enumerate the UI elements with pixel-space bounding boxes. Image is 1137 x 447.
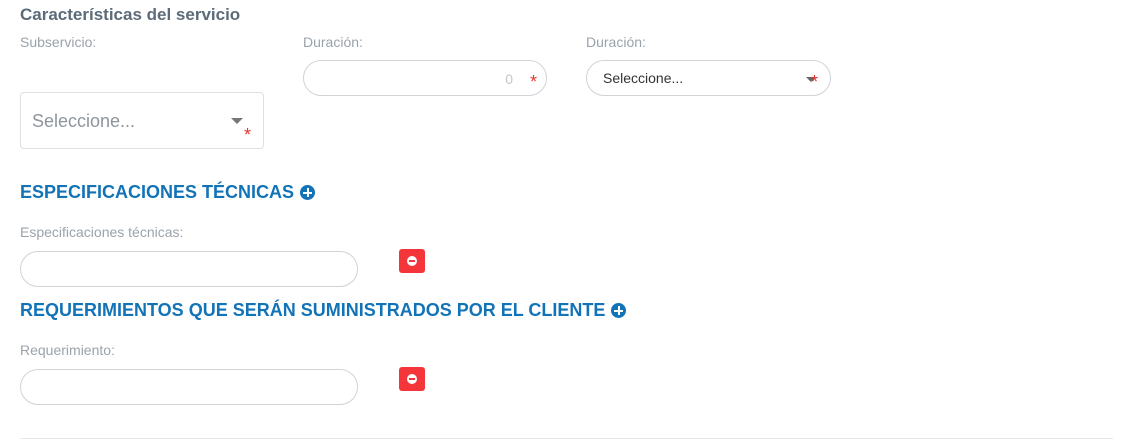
required-asterisk-icon: * xyxy=(811,72,819,92)
duracion-unit-selected: Seleccione... xyxy=(603,70,684,86)
requirements-heading: REQUERIMIENTOS QUE SERÁN SUMINISTRADOS P… xyxy=(20,300,627,321)
duracion-input[interactable]: 0 * xyxy=(303,60,547,96)
requirement-input[interactable] xyxy=(20,369,358,405)
specs-heading-text: ESPECIFICACIONES TÉCNICAS xyxy=(20,182,295,202)
specs-input[interactable] xyxy=(20,251,358,287)
remove-spec-button[interactable] xyxy=(399,249,425,273)
specs-heading: ESPECIFICACIONES TÉCNICAS xyxy=(20,182,316,203)
subservicio-label: Subservicio: xyxy=(20,34,97,50)
section-title: Características del servicio xyxy=(20,5,241,24)
remove-requirement-button[interactable] xyxy=(399,367,425,391)
duracion-unit-select[interactable]: Seleccione... * xyxy=(586,60,831,96)
requirement-field-label: Requerimiento: xyxy=(20,342,115,358)
required-asterisk-icon: * xyxy=(244,125,252,145)
subservicio-select[interactable]: Seleccione... * xyxy=(20,92,264,149)
duracion-label: Duración: xyxy=(303,34,363,50)
subservicio-selected: Seleccione... xyxy=(32,111,136,131)
minus-circle-icon xyxy=(407,256,417,266)
duracion-unit-label: Duración: xyxy=(586,34,646,50)
requirements-heading-text: REQUERIMIENTOS QUE SERÁN SUMINISTRADOS P… xyxy=(20,300,606,320)
duracion-value: 0 xyxy=(505,71,513,87)
add-requirement-icon[interactable] xyxy=(611,303,627,318)
add-spec-icon[interactable] xyxy=(300,185,316,200)
section-divider xyxy=(20,438,1113,439)
required-asterisk-icon: * xyxy=(529,72,537,92)
caret-down-icon xyxy=(231,118,243,124)
specs-field-label: Especificaciones técnicas: xyxy=(20,224,184,240)
minus-circle-icon xyxy=(407,374,417,384)
